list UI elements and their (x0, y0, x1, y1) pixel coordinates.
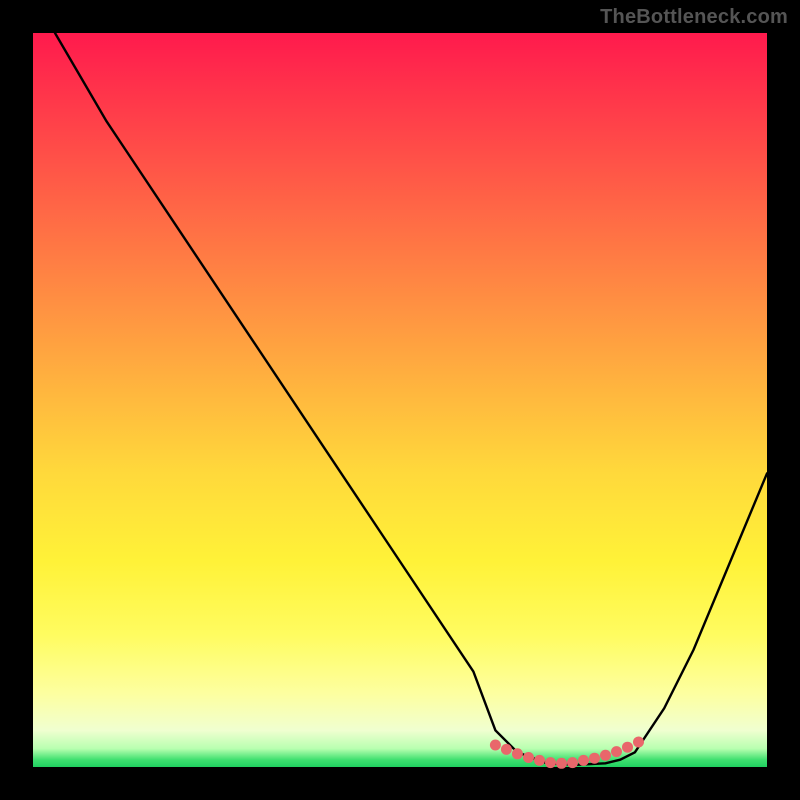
curve-layer (33, 33, 767, 767)
optimal-range-dots (490, 737, 644, 769)
valley-dot (600, 750, 611, 761)
valley-dot (523, 752, 534, 763)
valley-dot (490, 740, 501, 751)
valley-dot (589, 753, 600, 764)
valley-dot (611, 746, 622, 757)
valley-dot (622, 742, 633, 753)
valley-dot (556, 758, 567, 769)
valley-dot (534, 755, 545, 766)
valley-dot (633, 737, 644, 748)
valley-dot (501, 744, 512, 755)
valley-dot (512, 748, 523, 759)
bottleneck-curve (55, 33, 767, 765)
watermark-label: TheBottleneck.com (600, 6, 788, 29)
valley-dot (578, 755, 589, 766)
plot-area (33, 33, 767, 767)
valley-dot (545, 757, 556, 768)
valley-dot (567, 757, 578, 768)
chart-frame: TheBottleneck.com (0, 0, 800, 800)
